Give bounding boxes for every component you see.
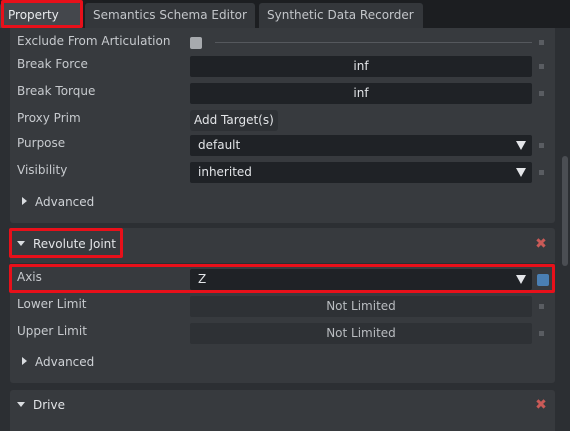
tab-bar: Property Semantics Schema Editor Synthet…	[0, 0, 570, 28]
reset-indicator[interactable]	[539, 143, 544, 148]
revolute-joint-header[interactable]: Revolute Joint	[17, 237, 116, 251]
axis-value: Z	[198, 272, 207, 286]
tab-property[interactable]: Property	[0, 3, 82, 28]
divider	[215, 42, 532, 43]
axis-label: Axis	[17, 270, 42, 284]
visibility-label: Visibility	[17, 163, 68, 177]
reset-indicator[interactable]	[539, 91, 544, 96]
advanced-label: Advanced	[35, 355, 95, 369]
remove-component-icon[interactable]: ✖	[534, 237, 548, 251]
lower-limit-label: Lower Limit	[17, 297, 87, 311]
dropdown-arrow-icon	[516, 168, 526, 177]
prim-attributes-section: Exclude From Articulation Break Force in…	[10, 28, 555, 223]
advanced-label: Advanced	[35, 195, 95, 209]
collapsed-triangle-icon	[22, 197, 27, 205]
revolute-joint-title: Revolute Joint	[33, 237, 116, 251]
remove-component-icon[interactable]: ✖	[534, 398, 548, 412]
visibility-value: inherited	[198, 165, 252, 179]
reset-indicator[interactable]	[539, 170, 544, 175]
dropdown-arrow-icon	[516, 141, 526, 150]
property-panel: Exclude From Articulation Break Force in…	[0, 28, 570, 431]
collapsed-triangle-icon	[22, 357, 27, 365]
reset-indicator[interactable]	[539, 40, 544, 45]
divider	[10, 263, 555, 264]
tab-synthetic-data-recorder[interactable]: Synthetic Data Recorder	[259, 3, 423, 28]
reset-indicator[interactable]	[539, 64, 544, 69]
drive-header[interactable]: Drive	[17, 398, 65, 412]
upper-limit-label: Upper Limit	[17, 324, 87, 338]
add-targets-button[interactable]: Add Target(s)	[190, 110, 278, 131]
tab-semantics-schema-editor[interactable]: Semantics Schema Editor	[85, 3, 255, 28]
advanced-collapsible[interactable]: Advanced	[22, 195, 94, 209]
revolute-joint-section: Revolute Joint ✖ Axis Z Lower Limit Not …	[10, 228, 555, 383]
modified-indicator[interactable]	[537, 274, 549, 286]
visibility-dropdown[interactable]: inherited	[190, 162, 532, 183]
break-torque-field[interactable]: inf	[190, 83, 532, 104]
reset-indicator[interactable]	[539, 331, 544, 336]
dropdown-arrow-icon	[516, 275, 526, 284]
drive-title: Drive	[33, 398, 65, 412]
break-force-label: Break Force	[17, 57, 88, 71]
vertical-scrollbar[interactable]	[562, 156, 568, 266]
break-force-field[interactable]: inf	[190, 56, 532, 77]
exclude-from-articulation-checkbox[interactable]	[190, 37, 202, 49]
purpose-dropdown[interactable]: default	[190, 135, 532, 156]
exclude-from-articulation-label: Exclude From Articulation	[17, 34, 171, 48]
proxy-prim-label: Proxy Prim	[17, 111, 81, 125]
purpose-value: default	[198, 138, 241, 152]
axis-dropdown[interactable]: Z	[190, 269, 532, 290]
drive-section: Drive ✖	[10, 390, 555, 431]
lower-limit-field[interactable]: Not Limited	[190, 296, 532, 317]
reset-indicator[interactable]	[539, 304, 544, 309]
expanded-triangle-icon	[17, 402, 25, 407]
advanced-collapsible[interactable]: Advanced	[22, 355, 94, 369]
expanded-triangle-icon	[17, 241, 25, 246]
upper-limit-field[interactable]: Not Limited	[190, 323, 532, 344]
break-torque-label: Break Torque	[17, 84, 96, 98]
purpose-label: Purpose	[17, 136, 66, 150]
